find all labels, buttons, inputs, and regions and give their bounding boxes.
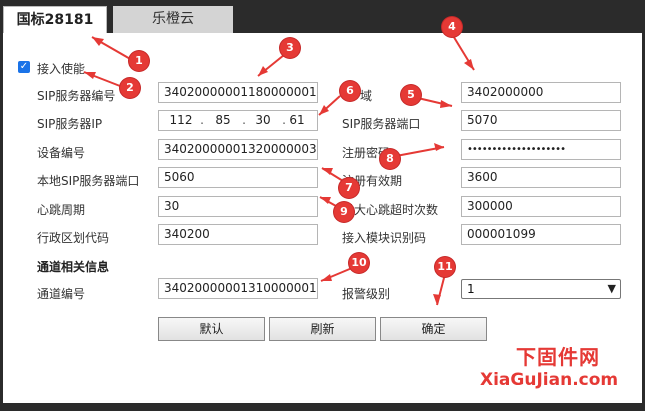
marker-10: 10 (349, 253, 369, 273)
marker-11: 11 (435, 257, 455, 277)
marker-7: 7 (339, 178, 359, 198)
marker-3: 3 (280, 38, 300, 58)
marker-4: 4 (442, 17, 462, 37)
marker-5: 5 (401, 85, 421, 105)
marker-2: 2 (120, 78, 140, 98)
marker-6: 6 (340, 81, 360, 101)
watermark-cn: 下固件网 (516, 345, 600, 369)
marker-9: 9 (334, 202, 354, 222)
marker-1: 1 (129, 51, 149, 71)
marker-8: 8 (380, 149, 400, 169)
watermark-url: XiaGuJian.com (480, 370, 619, 390)
